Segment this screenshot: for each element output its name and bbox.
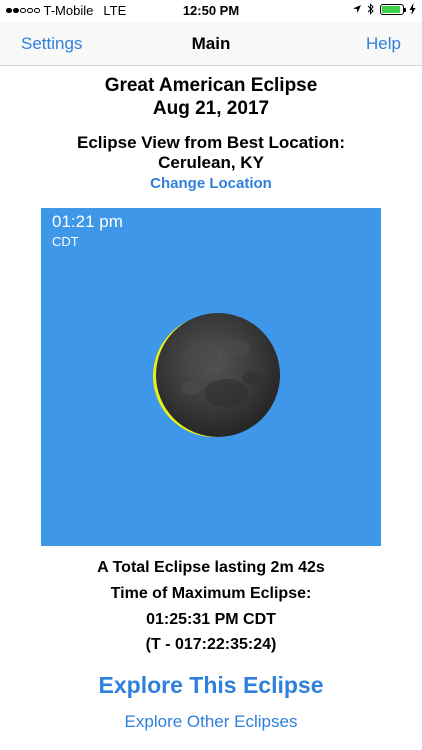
eclipse-illustration xyxy=(153,313,280,437)
location-arrow-icon xyxy=(353,5,361,13)
app-screen: T-Mobile LTE 12:50 PM Settings Main Help… xyxy=(0,0,422,750)
location-name: Cerulean, KY xyxy=(158,153,264,172)
eclipse-date: Aug 21, 2017 xyxy=(152,98,270,119)
help-button[interactable]: Help xyxy=(366,34,401,54)
eclipse-view-timezone: CDT xyxy=(52,234,79,249)
eclipse-duration: A Total Eclipse lasting 2m 42s xyxy=(97,559,325,576)
battery-icon xyxy=(380,3,406,15)
explore-other-eclipses-button[interactable]: Explore Other Eclipses xyxy=(0,712,422,732)
eclipse-view-time: 01:21 pm xyxy=(52,212,123,231)
location-caption: Eclipse View from Best Location: xyxy=(77,133,345,152)
navigation-bar: Settings Main Help xyxy=(0,22,422,66)
status-bar: T-Mobile LTE 12:50 PM xyxy=(0,0,422,22)
bluetooth-icon xyxy=(367,3,374,15)
explore-this-eclipse-button[interactable]: Explore This Eclipse xyxy=(0,672,422,699)
moon-disc xyxy=(156,313,280,437)
charging-bolt-icon xyxy=(409,3,416,15)
countdown: (T - 017:22:35:24) xyxy=(145,636,277,653)
change-location-link[interactable]: Change Location xyxy=(0,175,422,192)
max-eclipse-time: 01:25:31 PM CDT xyxy=(146,611,276,628)
eclipse-title: Great American Eclipse xyxy=(104,75,318,96)
max-eclipse-caption: Time of Maximum Eclipse: xyxy=(110,585,312,602)
eclipse-view-panel[interactable]: 01:21 pm CDT xyxy=(41,208,381,546)
nav-title: Main xyxy=(191,34,231,53)
status-right xyxy=(352,3,416,15)
